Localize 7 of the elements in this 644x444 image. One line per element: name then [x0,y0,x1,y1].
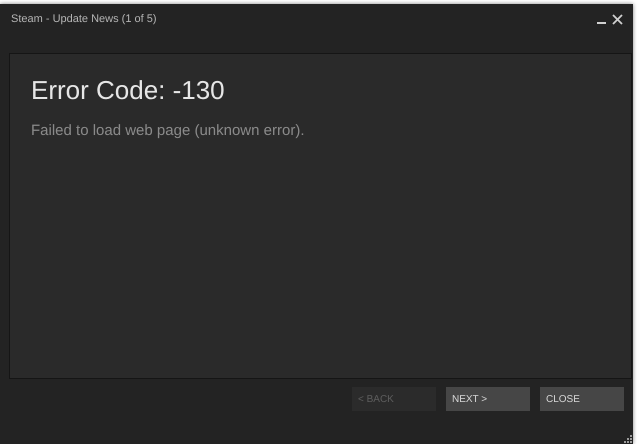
window-title: Steam - Update News (1 of 5) [11,12,157,27]
resize-grip-icon[interactable] [623,434,632,443]
error-message: Failed to load web page (unknown error). [31,121,306,141]
error-heading: Error Code: -130 [31,74,226,106]
dialog-button[interactable]: NEXT > [446,387,530,411]
close-icon[interactable] [612,14,623,24]
dialog-button[interactable]: CLOSE [540,387,624,411]
